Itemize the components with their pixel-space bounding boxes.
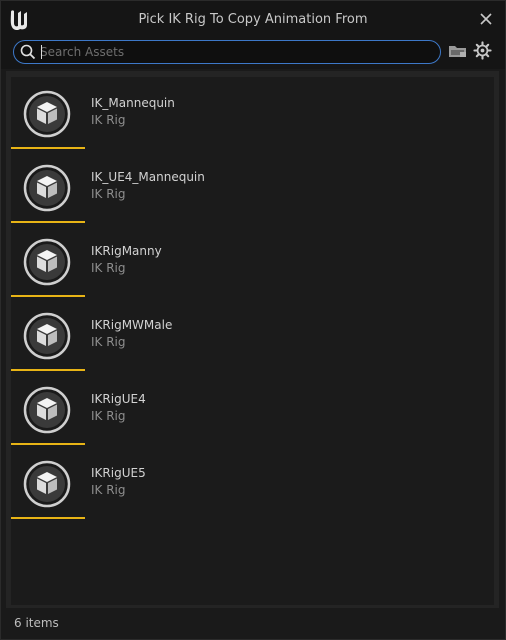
asset-type: IK Rig [91, 409, 126, 423]
ik-rig-asset-icon [23, 386, 71, 434]
asset-type: IK Rig [91, 261, 126, 275]
gear-icon[interactable] [473, 41, 492, 60]
asset-row[interactable]: IK_UE4_Mannequin IK Rig [11, 155, 494, 229]
item-count: 6 items [14, 616, 59, 630]
asset-picker-window: Pick IK Rig To Copy Animation From Searc… [0, 0, 506, 640]
ik-rig-asset-icon [23, 312, 71, 360]
asset-type-color-bar [11, 517, 85, 519]
window-title: Pick IK Rig To Copy Animation From [138, 12, 368, 27]
asset-type: IK Rig [91, 483, 126, 497]
search-box[interactable] [13, 40, 441, 64]
asset-row[interactable]: IK_Mannequin IK Rig [11, 81, 494, 155]
asset-name: IKRigMWMale [91, 318, 173, 332]
asset-type-color-bar [11, 443, 85, 445]
text-caret [41, 45, 42, 59]
ik-rig-asset-icon [23, 90, 71, 138]
search-icon [20, 44, 36, 60]
search-input[interactable] [40, 43, 430, 61]
asset-type-color-bar [11, 221, 85, 223]
asset-row[interactable]: IKRigUE5 IK Rig [11, 451, 494, 525]
close-icon[interactable] [477, 10, 495, 28]
title-bar[interactable]: Pick IK Rig To Copy Animation From [1, 1, 505, 39]
asset-row[interactable]: IKRigManny IK Rig [11, 229, 494, 303]
ik-rig-asset-icon [23, 460, 71, 508]
asset-list[interactable]: IK_Mannequin IK Rig IK_UE4_Mannequin IK … [11, 77, 494, 605]
asset-name: IK_Mannequin [91, 96, 175, 110]
asset-name: IKRigUE5 [91, 466, 146, 480]
asset-type: IK Rig [91, 187, 126, 201]
folder-icon[interactable] [448, 43, 468, 59]
asset-row[interactable]: IKRigUE4 IK Rig [11, 377, 494, 451]
ik-rig-asset-icon [23, 164, 71, 212]
asset-type-color-bar [11, 295, 85, 297]
asset-list-panel: IK_Mannequin IK Rig IK_UE4_Mannequin IK … [6, 71, 499, 608]
asset-row[interactable]: IKRigMWMale IK Rig [11, 303, 494, 377]
asset-name: IK_UE4_Mannequin [91, 170, 205, 184]
asset-type-color-bar [11, 147, 85, 149]
asset-type: IK Rig [91, 335, 126, 349]
asset-name: IKRigUE4 [91, 392, 146, 406]
asset-type: IK Rig [91, 113, 126, 127]
search-toolbar [1, 39, 505, 69]
asset-type-color-bar [11, 369, 85, 371]
ik-rig-asset-icon [23, 238, 71, 286]
asset-name: IKRigManny [91, 244, 162, 258]
